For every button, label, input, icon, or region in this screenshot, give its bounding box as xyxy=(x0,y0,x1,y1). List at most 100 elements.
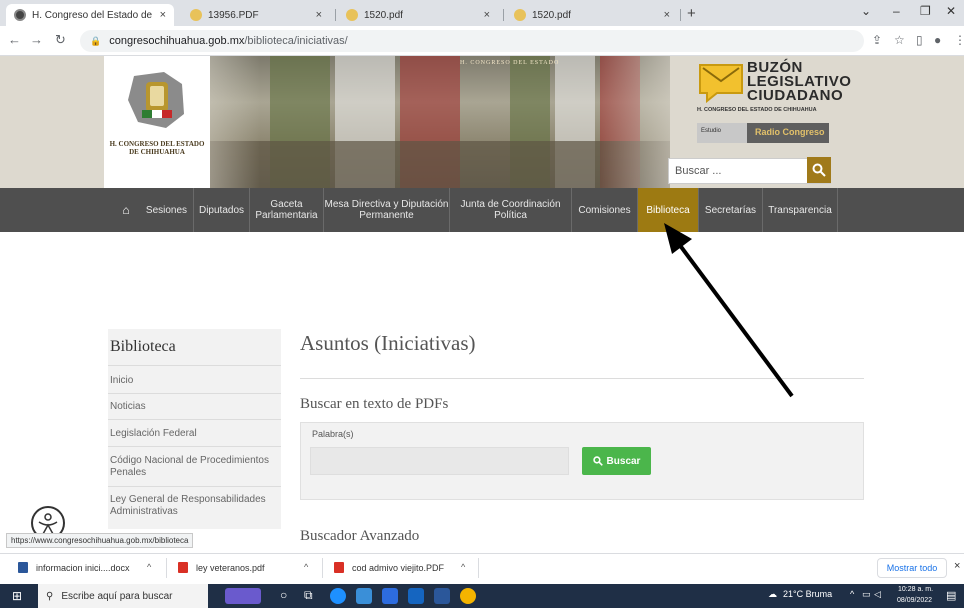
nav-junta-coordinacion[interactable]: Junta de Coordinación Política xyxy=(450,188,572,232)
pdf-favicon xyxy=(346,9,358,21)
sidebar-item-legislacion-federal[interactable]: Legislación Federal xyxy=(110,428,280,440)
buzon-line-3: CIUDADANO xyxy=(747,87,844,104)
sidebar-item-inicio[interactable]: Inicio xyxy=(110,375,280,387)
show-all-downloads-button[interactable]: Mostrar todo xyxy=(877,558,947,578)
pdf-favicon xyxy=(190,9,202,21)
downloads-bar xyxy=(0,553,964,584)
clock-time[interactable]: 10:28 a. m. xyxy=(898,586,933,593)
search-icon xyxy=(812,163,826,177)
site-favicon xyxy=(14,9,26,21)
url-host: congresochihuahua.gob.mx xyxy=(109,35,245,47)
profile-icon[interactable]: ● xyxy=(934,33,941,47)
side-panel-icon[interactable]: ▯ xyxy=(916,33,923,47)
chevron-up-icon[interactable]: ^ xyxy=(461,562,465,572)
banner-inscription: H. CONGRESO DEL ESTADO xyxy=(460,60,560,66)
close-downloads-icon[interactable]: × xyxy=(954,560,960,572)
status-bar-url: https://www.congresochihuahua.gob.mx/bib… xyxy=(6,533,194,548)
sidebar-item-codigo-nacional[interactable]: Código Nacional de Procedimientos Penale… xyxy=(110,455,280,479)
nav-diputados[interactable]: Diputados xyxy=(194,188,250,232)
minimize-button[interactable]: – xyxy=(893,4,900,18)
sidebar-title: Biblioteca xyxy=(110,338,176,355)
chevron-up-icon[interactable]: ^ xyxy=(147,562,151,572)
state-emblem-icon xyxy=(128,72,184,128)
network-icon[interactable]: ▭ xyxy=(862,589,871,600)
nav-transparencia[interactable]: Transparencia xyxy=(763,188,838,232)
nav-gaceta-parlamentaria[interactable]: Gaceta Parlamentaria xyxy=(250,188,324,232)
nav-home[interactable]: ⌂ xyxy=(112,188,140,232)
tab-1520-pdf-b[interactable]: 1520.pdf × xyxy=(506,4,678,26)
nav-mesa-directiva[interactable]: Mesa Directiva y Diputación Permanente xyxy=(324,188,450,232)
browser-toolbar: ← → ↻ 🔒 congresochihuahua.gob.mx/bibliot… xyxy=(0,26,964,56)
site-search-button[interactable] xyxy=(807,157,831,183)
close-tab-icon[interactable]: × xyxy=(160,9,166,21)
keywords-input[interactable] xyxy=(310,447,569,475)
url-path: /biblioteca/iniciativas/ xyxy=(244,35,348,47)
nav-comisiones[interactable]: Comisiones xyxy=(572,188,638,232)
news-widget-icon[interactable] xyxy=(225,588,261,604)
pdf-file-icon xyxy=(334,562,344,573)
close-window-button[interactable]: ✕ xyxy=(946,4,956,18)
mail-icon[interactable] xyxy=(408,588,424,604)
chrome-icon[interactable] xyxy=(460,588,476,604)
logo-line-2: DE CHIHUAHUA xyxy=(129,148,185,156)
forward-icon[interactable]: → xyxy=(30,32,43,47)
pdf-file-icon xyxy=(178,562,188,573)
logo-line-1: H. CONGRESO DEL ESTADO xyxy=(109,140,205,148)
advanced-search-heading: Buscador Avanzado xyxy=(300,528,420,544)
nav-biblioteca[interactable]: Biblioteca xyxy=(638,188,699,232)
back-icon[interactable]: ← xyxy=(8,32,21,47)
pdf-favicon xyxy=(514,9,526,21)
tab-congreso[interactable]: H. Congreso del Estado de Chih... × xyxy=(6,4,174,26)
nav-secretarias[interactable]: Secretarías xyxy=(699,188,763,232)
envelope-icon xyxy=(699,64,743,103)
chevron-up-icon[interactable]: ^ xyxy=(304,562,308,572)
sidebar-item-noticias[interactable]: Noticias xyxy=(110,401,280,413)
close-tab-icon[interactable]: × xyxy=(664,9,670,21)
tray-overflow-icon[interactable]: ^ xyxy=(850,589,854,599)
radio-studio-label: Estudio xyxy=(701,128,722,134)
tab-1520-pdf-a[interactable]: 1520.pdf × xyxy=(338,4,498,26)
buzon-subtitle: H. CONGRESO DEL ESTADO DE CHIHUAHUA xyxy=(697,107,817,113)
notifications-icon[interactable]: ▤ xyxy=(946,589,956,602)
site-search-input[interactable] xyxy=(669,159,805,183)
windows-start-icon[interactable]: ⊞ xyxy=(12,589,22,603)
new-tab-button[interactable]: + xyxy=(687,5,696,22)
menu-kebab-icon[interactable]: ⋮ xyxy=(954,33,964,47)
download-item-docx[interactable]: informacion inici....docx xyxy=(18,562,130,573)
share-icon[interactable]: ⇪ xyxy=(872,33,882,47)
close-tab-icon[interactable]: × xyxy=(316,9,322,21)
reload-icon[interactable]: ↻ xyxy=(55,32,66,48)
word-file-icon xyxy=(18,562,28,573)
buzon-legislativo-logo[interactable]: BUZÓN LEGISLATIVO CIUDADANO H. CONGRESO … xyxy=(697,59,851,123)
volume-icon[interactable]: ◁ xyxy=(874,589,881,600)
congress-logo[interactable]: H. CONGRESO DEL ESTADO DE CHIHUAHUA xyxy=(104,56,210,188)
store-icon[interactable] xyxy=(382,588,398,604)
word-icon[interactable] xyxy=(434,588,450,604)
pdf-search-heading: Buscar en texto de PDFs xyxy=(300,396,449,412)
buscar-button[interactable]: Buscar xyxy=(582,447,651,475)
sidebar-item-ley-general[interactable]: Ley General de Responsabilidades Adminis… xyxy=(110,494,280,518)
radio-congreso-link[interactable]: Estudio Radio Congreso xyxy=(697,123,829,143)
tab-search-icon[interactable]: ⌄ xyxy=(861,4,871,18)
radio-label: Radio Congreso xyxy=(755,127,825,137)
file-explorer-icon[interactable] xyxy=(356,588,372,604)
cortana-icon[interactable]: ○ xyxy=(280,588,287,602)
lock-icon: 🔒 xyxy=(90,35,102,46)
tab-13956-pdf[interactable]: 13956.PDF × xyxy=(182,4,330,26)
keywords-label: Palabra(s) xyxy=(312,429,354,439)
maximize-button[interactable]: ❐ xyxy=(920,4,931,18)
download-item-ley-veteranos[interactable]: ley veteranos.pdf xyxy=(178,562,265,573)
bookmark-star-icon[interactable]: ☆ xyxy=(894,33,905,47)
search-icon: ⚲ xyxy=(46,590,54,602)
search-icon xyxy=(592,456,603,466)
edge-icon[interactable] xyxy=(330,588,346,604)
task-view-icon[interactable]: ⧉ xyxy=(304,588,313,603)
clock-date[interactable]: 08/09/2022 xyxy=(897,597,932,604)
weather-icon[interactable]: ☁ xyxy=(768,589,777,600)
close-tab-icon[interactable]: × xyxy=(484,9,490,21)
nav-sesiones[interactable]: Sesiones xyxy=(140,188,194,232)
download-item-cod-admivo[interactable]: cod admivo viejito.PDF xyxy=(334,562,444,573)
address-bar[interactable]: 🔒 congresochihuahua.gob.mx/biblioteca/in… xyxy=(80,30,864,52)
taskbar-search[interactable]: ⚲ Escribe aquí para buscar xyxy=(38,584,208,608)
weather-text[interactable]: 21°C Bruma xyxy=(783,589,832,599)
